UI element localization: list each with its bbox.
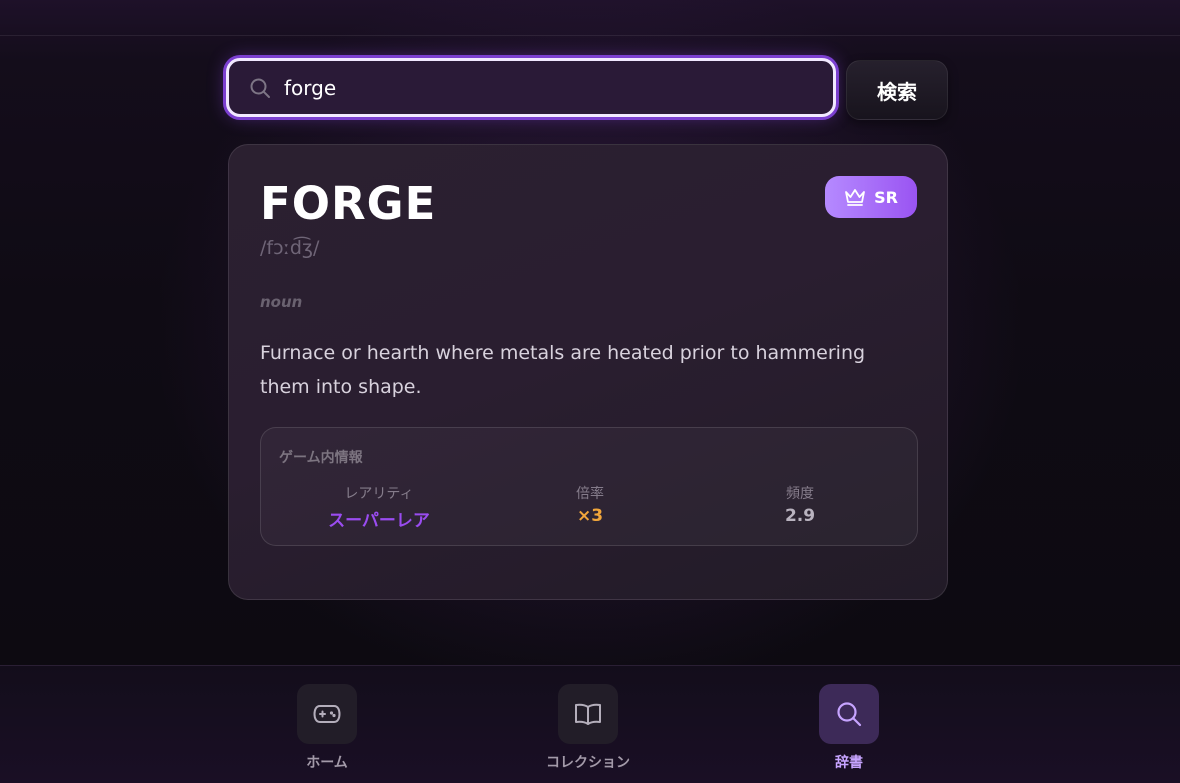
nav-item-home[interactable]: ホーム [257,684,397,772]
search-box[interactable] [226,58,836,117]
gamepad-icon[interactable] [297,684,357,744]
phonetic: /fɔːd͡ʒ/ [260,237,320,259]
word-title: FORGE [260,177,437,230]
bottom-nav: ホーム コレクション 辞書 [0,665,1180,783]
nav-label: 辞書 [835,755,863,771]
stat-rarity: レアリティ スーパーレア [279,483,479,531]
app-root: 検索 FORGE /fɔːd͡ʒ/ SR noun Furnace or hea… [0,0,1180,783]
search-icon [248,76,272,100]
search-button[interactable]: 検索 [846,60,948,120]
stat-multiplier: 倍率 ×3 [490,483,690,526]
nav-label: コレクション [546,755,630,771]
stat-label: 倍率 [576,486,604,502]
part-of-speech: noun [260,293,303,311]
stat-frequency: 頻度 2.9 [700,483,900,526]
stat-value: ×3 [576,506,604,526]
rarity-badge: SR [825,176,917,218]
stat-value: スーパーレア [328,511,430,531]
rarity-badge-label: SR [874,187,898,207]
header-divider [0,35,1180,36]
search-input[interactable] [284,61,833,114]
game-info-title: ゲーム内情報 [279,450,363,466]
game-info-panel: ゲーム内情報 レアリティ スーパーレア 倍率 ×3 頻度 2.9 [260,427,918,546]
nav-label: ホーム [306,755,348,771]
nav-item-collection[interactable]: コレクション [518,684,658,772]
stat-label: レアリティ [344,486,414,502]
nav-item-dictionary[interactable]: 辞書 [779,684,919,772]
search-icon[interactable] [819,684,879,744]
stat-label: 頻度 [786,486,814,502]
definition-text: Furnace or hearth where metals are heate… [260,342,866,398]
stat-value: 2.9 [784,506,816,526]
book-icon[interactable] [558,684,618,744]
word-card: FORGE /fɔːd͡ʒ/ SR noun Furnace or hearth… [228,144,948,600]
crown-icon [844,188,866,206]
